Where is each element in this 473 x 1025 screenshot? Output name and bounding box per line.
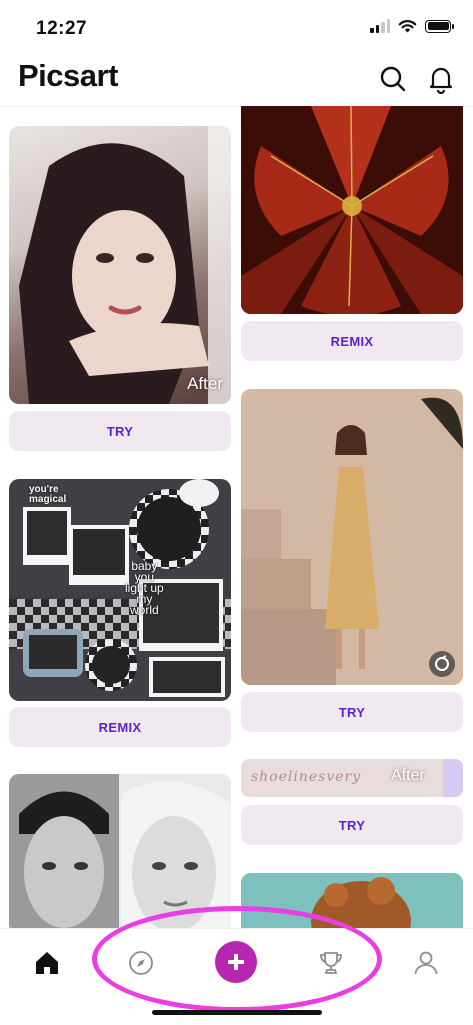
feed-card-dress[interactable] — [241, 389, 463, 685]
feed-card-portrait-after[interactable]: After — [9, 126, 231, 404]
leaves-image — [241, 106, 463, 314]
after-label: After — [187, 374, 223, 393]
feed-card-curly-hair[interactable] — [241, 873, 463, 933]
search-icon[interactable] — [378, 64, 408, 94]
bell-icon[interactable] — [426, 64, 456, 94]
collage-caption: baby you light up my world — [125, 560, 164, 617]
status-time: 12:27 — [36, 18, 88, 39]
trophy-icon — [320, 952, 342, 974]
try-button[interactable]: TRY — [241, 805, 463, 845]
collage-top-text: you're magical — [29, 484, 67, 505]
battery-icon — [425, 19, 454, 33]
nav-discover[interactable] — [121, 943, 161, 983]
home-indicator — [152, 1010, 322, 1015]
collage-line: world — [130, 603, 159, 617]
app-header: Picsart — [0, 52, 473, 107]
try-button[interactable]: TRY — [241, 692, 463, 732]
remix-button[interactable]: REMIX — [241, 321, 463, 361]
collage-image — [9, 479, 231, 697]
after-label: After — [391, 767, 425, 784]
status-bar: 12:27 — [0, 0, 473, 52]
feed-card-text-strip[interactable]: shoelinesvery After — [241, 759, 463, 797]
plus-icon — [228, 954, 244, 970]
app-logo: Picsart — [18, 58, 118, 93]
feed-card-bw-portraits[interactable] — [9, 774, 231, 934]
nav-profile[interactable] — [406, 943, 446, 983]
profile-icon — [414, 951, 438, 975]
nav-home[interactable] — [27, 943, 67, 983]
curly-hair-image — [241, 873, 463, 933]
dress-image — [241, 389, 463, 685]
create-button[interactable] — [215, 941, 257, 983]
home-icon — [36, 952, 58, 974]
strip-edge — [443, 759, 463, 797]
try-button[interactable]: TRY — [9, 411, 231, 451]
bw-portrait-image — [9, 774, 231, 934]
signal-icon — [370, 19, 390, 33]
remix-button[interactable]: REMIX — [9, 707, 231, 747]
portrait-image — [19, 126, 231, 404]
remix-chain-icon[interactable] — [429, 651, 455, 677]
compass-icon — [129, 951, 153, 975]
feed-card-collage[interactable]: you're magical baby you light up my worl… — [9, 479, 231, 701]
nav-challenges[interactable] — [311, 943, 351, 983]
status-icons — [370, 19, 454, 33]
feed-card-red-leaves[interactable] — [241, 106, 463, 314]
wifi-icon — [398, 20, 417, 33]
strip-text: shoelinesvery — [251, 769, 362, 785]
